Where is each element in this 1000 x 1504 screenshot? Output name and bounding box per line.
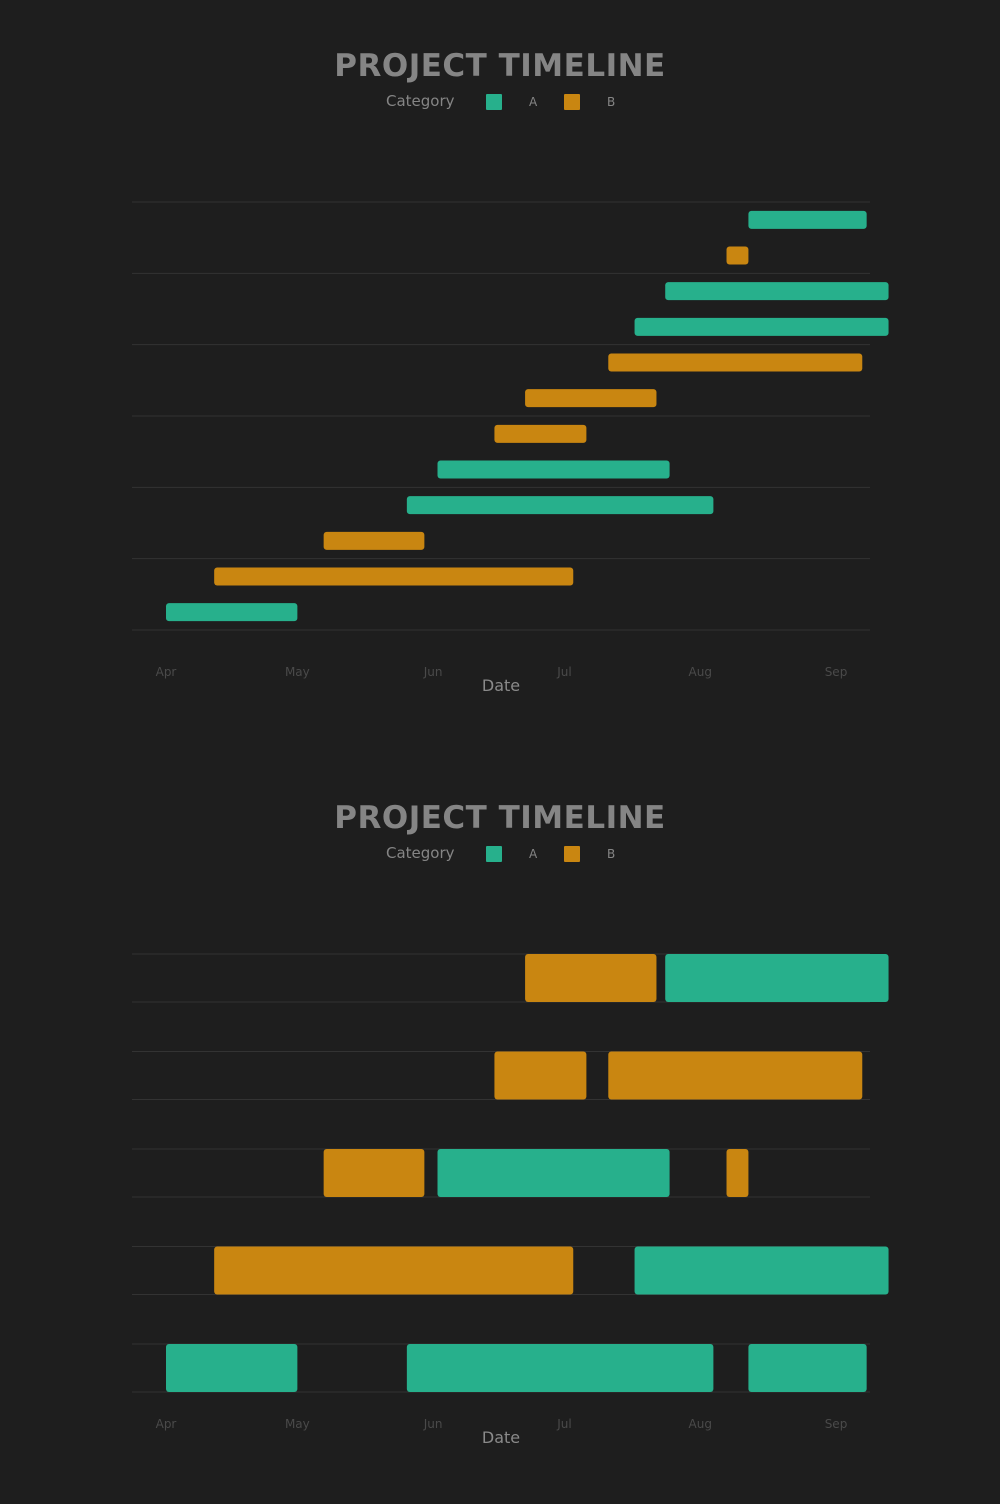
x-tick-label: Jun	[423, 1417, 443, 1431]
task-bar-a	[406, 1344, 714, 1392]
x-tick-label: Jul	[556, 1417, 571, 1431]
task-bar-b	[494, 1051, 587, 1100]
task-bar-a	[437, 1149, 670, 1197]
task-bar-a	[748, 1344, 867, 1392]
timeline-chart-packed: PROJECT TIMELINE Category A B Apr May Jun J…	[0, 752, 1000, 1504]
task-bar-a	[665, 282, 889, 301]
task-bar-a	[166, 1344, 298, 1392]
task-bar-b	[494, 424, 587, 443]
x-tick-label: May	[285, 1417, 310, 1431]
x-tick-label: Sep	[825, 665, 848, 679]
x-tick-label: Apr	[156, 665, 177, 679]
task-bar-b	[608, 353, 863, 372]
task-bar-b	[726, 1149, 749, 1197]
task-bar-a	[634, 317, 889, 336]
timeline-chart-stacked: PROJECT TIMELINE Category A B Apr May Jun J…	[0, 0, 1000, 752]
task-bar-b	[726, 246, 749, 265]
x-tick-label: Jul	[556, 665, 571, 679]
x-axis-label: Date	[482, 1428, 520, 1447]
task-bar-a	[166, 603, 298, 622]
task-bar-b	[525, 954, 657, 1002]
x-tick-label: Aug	[689, 1417, 712, 1431]
task-bar-b	[214, 567, 574, 586]
task-bar-b	[323, 1149, 425, 1197]
task-bar-b	[323, 531, 425, 550]
task-bar-a	[634, 1246, 889, 1295]
plot-area: Apr May Jun Jul Aug Sep Date	[132, 953, 889, 1447]
plot-area: Apr May Jun Jul Aug Sep Date	[132, 201, 889, 695]
x-tick-label: Aug	[689, 665, 712, 679]
task-bar-a	[437, 460, 670, 479]
x-tick-label: May	[285, 665, 310, 679]
x-tick-label: Apr	[156, 1417, 177, 1431]
x-axis-label: Date	[482, 676, 520, 695]
task-bar-b	[214, 1246, 574, 1295]
task-bar-b	[608, 1051, 863, 1100]
x-tick-label: Sep	[825, 1417, 848, 1431]
task-bar-a	[406, 496, 714, 515]
task-bar-a	[665, 954, 889, 1002]
task-bar-a	[748, 210, 867, 229]
task-bar-b	[525, 389, 657, 408]
x-tick-label: Jun	[423, 665, 443, 679]
